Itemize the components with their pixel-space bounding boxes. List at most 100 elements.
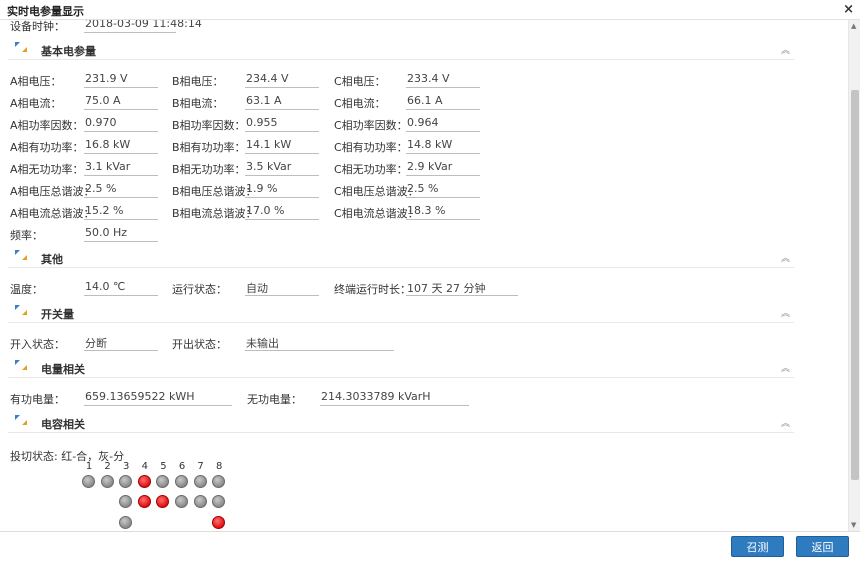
capacitor-off-indicator — [193, 475, 207, 488]
param-label-c: C相有功功率： — [334, 141, 408, 154]
param-value-c: 2.5 % — [406, 182, 480, 198]
capacitor-off-indicator — [212, 495, 226, 508]
scroll-down-icon[interactable]: ▼ — [851, 521, 856, 529]
active-energy-value: 659.13659522 kWH — [84, 390, 232, 406]
temperature-label: 温度： — [10, 283, 43, 296]
temperature-value: 14.0 ℃ — [84, 280, 158, 296]
summon-button[interactable]: 召测 — [731, 536, 784, 557]
param-label-c: C相功率因数： — [334, 119, 408, 132]
param-value-a: 0.970 — [84, 116, 158, 132]
param-label-a: A相无功功率： — [10, 163, 84, 176]
collapse-icon[interactable]: ︽ — [781, 306, 790, 319]
param-value-b: 63.1 A — [245, 94, 319, 110]
param-label-a: A相功率因数： — [10, 119, 84, 132]
run-status-value: 自动 — [245, 280, 319, 296]
capacitor-off-indicator — [175, 475, 188, 488]
section-title: 电容相关 — [41, 418, 85, 431]
capacitor-number: 4 — [141, 461, 148, 472]
expand-arrows-icon — [15, 360, 27, 370]
param-value-c: 2.9 kVar — [406, 160, 480, 176]
run-status-label: 运行状态： — [172, 283, 227, 296]
capacitor-number: 5 — [160, 461, 167, 472]
input-status-label: 开入状态： — [10, 338, 65, 351]
output-status-label: 开出状态： — [172, 338, 227, 351]
expand-arrows-icon — [15, 250, 27, 260]
section-energy-header[interactable]: 电量相关 ︽ — [8, 358, 794, 378]
param-label-a: A相电流总谐波： — [10, 207, 95, 220]
capacitor-off-indicator — [119, 495, 133, 508]
section-title: 其他 — [41, 253, 63, 266]
param-value-b: 17.0 % — [245, 204, 319, 220]
device-time-value: 2018-03-09 11:48:14 — [84, 20, 202, 33]
param-value-c: 0.964 — [406, 116, 480, 132]
vertical-scrollbar[interactable]: ▲ ▼ — [848, 20, 860, 531]
output-status-value: 未输出 — [245, 335, 394, 351]
param-label-c: C相电流： — [334, 97, 386, 110]
section-switch-header[interactable]: 开关量 ︽ — [8, 303, 794, 323]
param-label-c: C相无功功率： — [334, 163, 408, 176]
collapse-icon[interactable]: ︽ — [781, 416, 790, 429]
capacitor-on-indicator — [156, 495, 170, 508]
capacitor-off-indicator — [156, 475, 170, 488]
capacitor-number: 6 — [178, 461, 186, 472]
capacitor-off-indicator — [212, 475, 226, 488]
input-status-value: 分断 — [84, 335, 158, 351]
param-value-a: 15.2 % — [84, 204, 158, 220]
section-title: 电量相关 — [41, 363, 85, 376]
param-label-a: A相有功功率： — [10, 141, 84, 154]
device-time-label: 设备时钟： — [10, 20, 65, 33]
scrollbar-thumb[interactable] — [851, 90, 859, 480]
section-basic-header[interactable]: 基本电参量 ︽ — [8, 40, 794, 60]
capacitor-off-indicator — [100, 475, 114, 488]
capacitor-off-indicator — [175, 495, 188, 508]
param-value-b: 234.4 V — [245, 72, 319, 88]
param-label-c: C相电压： — [334, 75, 386, 88]
section-title: 基本电参量 — [41, 45, 96, 58]
collapse-icon[interactable]: ︽ — [781, 43, 790, 56]
capacitor-on-indicator — [137, 495, 151, 508]
param-value-b: 0.955 — [245, 116, 319, 132]
param-label-a: A相电流： — [10, 97, 62, 110]
param-label-b: B相电流： — [172, 97, 224, 110]
section-other-header[interactable]: 其他 ︽ — [8, 248, 794, 268]
param-label-a: A相电压总谐波： — [10, 185, 95, 198]
content-panel: 设备时钟： 2018-03-09 11:48:14 基本电参量 ︽ A相电压： 2… — [0, 20, 848, 531]
capacitor-number: 2 — [104, 461, 111, 472]
param-value-c: 18.3 % — [406, 204, 480, 220]
expand-arrows-icon — [15, 42, 27, 52]
active-energy-label: 有功电量： — [10, 393, 65, 406]
param-label-b: B相电压： — [172, 75, 224, 88]
capacitor-on-indicator — [212, 516, 226, 529]
scroll-up-icon[interactable]: ▲ — [851, 22, 856, 30]
capacitor-off-indicator — [119, 475, 133, 488]
capacitor-off-indicator — [119, 516, 133, 529]
param-label-b: B相电压总谐波： — [172, 185, 257, 198]
param-value-c: 66.1 A — [406, 94, 480, 110]
reactive-energy-value: 214.3033789 kVarH — [320, 390, 469, 406]
runtime-label: 终端运行时长： — [334, 283, 411, 296]
param-label-b: B相电流总谐波： — [172, 207, 257, 220]
expand-arrows-icon — [15, 415, 27, 425]
window-title: 实时电参量显示 — [7, 5, 84, 18]
param-label-a: A相电压： — [10, 75, 62, 88]
close-icon[interactable]: × — [843, 2, 854, 17]
section-capacitor-header[interactable]: 电容相关 ︽ — [8, 413, 794, 433]
param-value-a: 3.1 kVar — [84, 160, 158, 176]
collapse-icon[interactable]: ︽ — [781, 361, 790, 374]
param-value-a: 16.8 kW — [84, 138, 158, 154]
back-button[interactable]: 返回 — [796, 536, 849, 557]
param-value-a: 2.5 % — [84, 182, 158, 198]
runtime-value: 107 天 27 分钟 — [406, 280, 518, 296]
param-value-a: 231.9 V — [84, 72, 158, 88]
section-title: 开关量 — [41, 308, 74, 321]
reactive-energy-label: 无功电量： — [247, 393, 302, 406]
capacitor-off-indicator — [82, 475, 95, 488]
expand-arrows-icon — [15, 305, 27, 315]
param-label-b: B相无功功率： — [172, 163, 246, 176]
param-value-b: 3.5 kVar — [245, 160, 319, 176]
param-value-b: 14.1 kW — [245, 138, 319, 154]
param-label-b: B相有功功率： — [172, 141, 246, 154]
capacitor-number: 1 — [85, 461, 93, 472]
capacitor-number: 3 — [123, 461, 130, 472]
collapse-icon[interactable]: ︽ — [781, 251, 790, 264]
